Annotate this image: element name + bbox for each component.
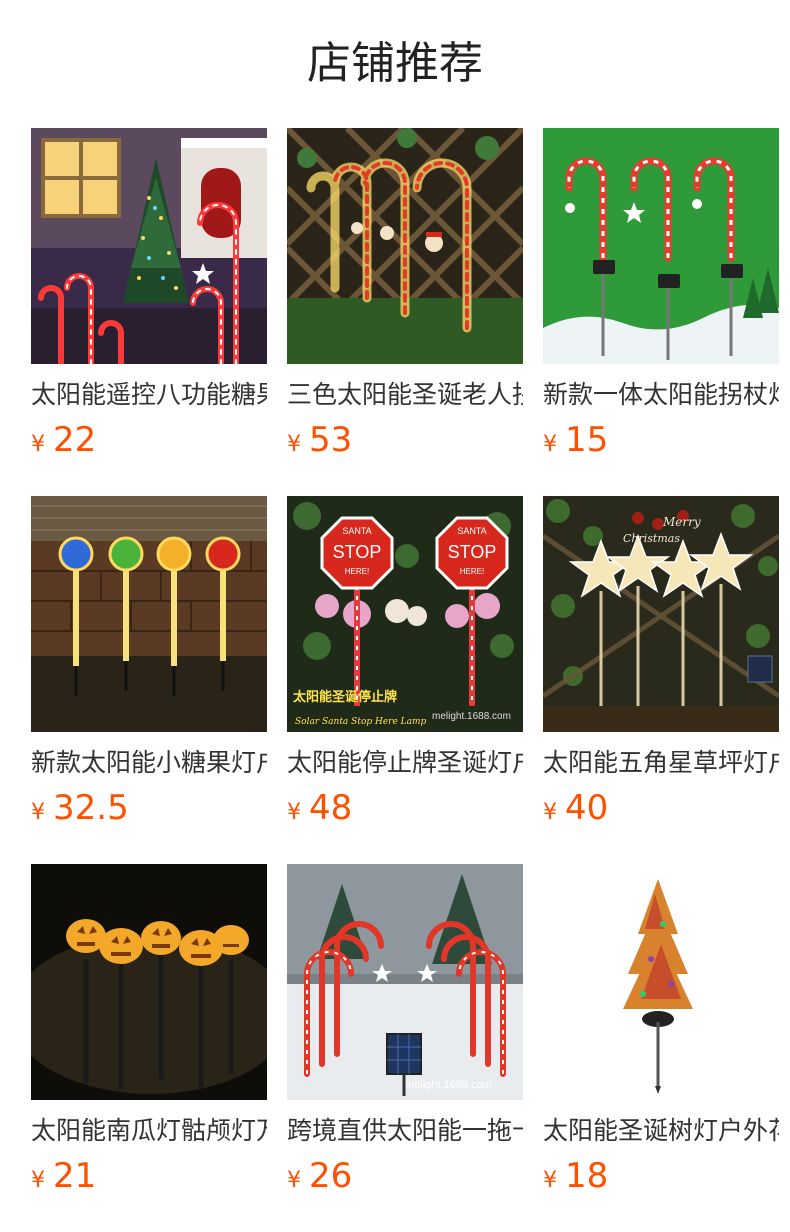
product-image[interactable]: melight.1688.com (287, 864, 523, 1100)
product-price: ¥ 21 (31, 1154, 267, 1198)
santa-stop-sign-lights-image: SANTA STOP HERE! SANTA STOP HERE! 太阳能圣诞停… (287, 496, 523, 732)
product-name[interactable]: 新款一体太阳能拐杖灯 (543, 378, 779, 412)
caption-text: 太阳能圣诞停止牌 (292, 689, 397, 705)
product-card[interactable]: melight.1688.com 跨境直供太阳能一拖十拐杖灯 ¥ 26 (287, 864, 523, 1198)
price-amount: 18 (565, 1156, 609, 1196)
product-card[interactable]: 太阳能南瓜灯骷颅灯万圣节 ¥ 21 (31, 864, 267, 1198)
candy-cane-arch-solar-panel-image: melight.1688.com (287, 864, 523, 1100)
product-price: ¥ 15 (543, 418, 779, 462)
product-card[interactable]: Merry Christmas 太阳能五角星草坪灯户外 ¥ 40 (543, 496, 779, 830)
product-card[interactable]: 三色太阳能圣诞老人拐杖灯 ¥ 53 (287, 128, 523, 462)
merry-text: Merry (662, 515, 701, 529)
price-amount: 40 (565, 788, 609, 828)
star-lawn-lights-image: Merry Christmas (543, 496, 779, 732)
product-card[interactable]: 新款一体太阳能拐杖灯 ¥ 15 (543, 128, 779, 462)
product-price: ¥ 53 (287, 418, 523, 462)
product-name[interactable]: 太阳能圣诞树灯户外花园 (543, 1114, 779, 1148)
candy-cane-fence-row-image (287, 128, 523, 364)
stop-sign-mid-text: STOP (333, 542, 382, 562)
price-amount: 26 (309, 1156, 353, 1196)
product-price: ¥ 48 (287, 786, 523, 830)
price-amount: 48 (309, 788, 353, 828)
currency-symbol: ¥ (543, 1168, 557, 1193)
product-name[interactable]: 跨境直供太阳能一拖十拐杖灯 (287, 1114, 523, 1148)
page-title: 店铺推荐 (307, 38, 483, 89)
price-amount: 21 (53, 1156, 97, 1196)
currency-symbol: ¥ (287, 1168, 301, 1193)
currency-symbol: ¥ (31, 800, 45, 825)
candy-cane-green-snow-image (543, 128, 779, 364)
stop-sign-bottom-text: HERE! (345, 567, 369, 576)
pumpkin-lights-night-image (31, 864, 267, 1100)
stop-sign-top-text: SANTA (457, 526, 486, 536)
currency-symbol: ¥ (31, 432, 45, 457)
price-amount: 22 (53, 420, 97, 460)
product-image[interactable]: SANTA STOP HERE! SANTA STOP HERE! 太阳能圣诞停… (287, 496, 523, 732)
currency-symbol: ¥ (543, 432, 557, 457)
stop-sign-mid-text: STOP (448, 542, 497, 562)
candy-cane-house-night-image (31, 128, 267, 364)
product-name[interactable]: 太阳能五角星草坪灯户外 (543, 746, 779, 780)
product-image[interactable] (31, 128, 267, 364)
product-price: ¥ 40 (543, 786, 779, 830)
product-card[interactable]: 新款太阳能小糖果灯户外 ¥ 32.5 (31, 496, 267, 830)
product-name[interactable]: 三色太阳能圣诞老人拐杖灯 (287, 378, 523, 412)
product-image[interactable] (543, 864, 779, 1100)
price-amount: 15 (565, 420, 609, 460)
currency-symbol: ¥ (543, 800, 557, 825)
lollipop-lights-brick-wall-image (31, 496, 267, 732)
product-price: ¥ 22 (31, 418, 267, 462)
christmas-text: Christmas (623, 532, 680, 545)
currency-symbol: ¥ (287, 432, 301, 457)
product-price: ¥ 32.5 (31, 786, 267, 830)
site-watermark: melight.1688.com (405, 1079, 492, 1091)
product-card[interactable]: SANTA STOP HERE! SANTA STOP HERE! 太阳能圣诞停… (287, 496, 523, 830)
stop-sign-bottom-text: HERE! (460, 567, 484, 576)
stop-sign-top-text: SANTA (342, 526, 371, 536)
product-card[interactable]: 太阳能圣诞树灯户外花园 ¥ 18 (543, 864, 779, 1198)
currency-symbol: ¥ (31, 1168, 45, 1193)
product-card[interactable]: 太阳能遥控八功能糖果拐杖灯 ¥ 22 (31, 128, 267, 462)
product-image[interactable] (31, 864, 267, 1100)
currency-symbol: ¥ (287, 800, 301, 825)
product-image[interactable]: Merry Christmas (543, 496, 779, 732)
product-name[interactable]: 新款太阳能小糖果灯户外 (31, 746, 267, 780)
product-image[interactable] (31, 496, 267, 732)
caption-en-text: Solar Santa Stop Here Lamp (295, 717, 427, 727)
price-amount: 53 (309, 420, 353, 460)
product-price: ¥ 18 (543, 1154, 779, 1198)
christmas-tree-stake-light-image (543, 864, 779, 1100)
product-image[interactable] (287, 128, 523, 364)
product-name[interactable]: 太阳能停止牌圣诞灯户外 (287, 746, 523, 780)
site-watermark: melight.1688.com (432, 711, 511, 722)
price-amount: 32.5 (53, 788, 129, 828)
product-name[interactable]: 太阳能遥控八功能糖果拐杖灯 (31, 378, 267, 412)
product-image[interactable] (543, 128, 779, 364)
product-price: ¥ 26 (287, 1154, 523, 1198)
product-name[interactable]: 太阳能南瓜灯骷颅灯万圣节 (31, 1114, 267, 1148)
